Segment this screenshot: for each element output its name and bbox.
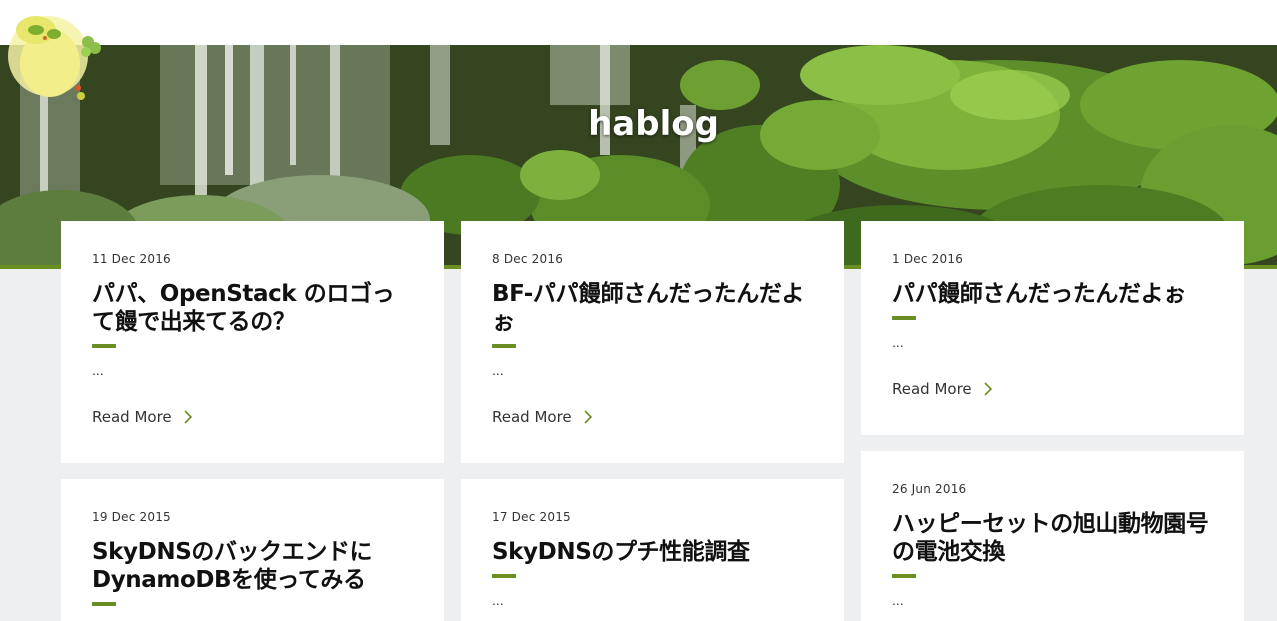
bird-logo-icon [8,16,101,100]
post-excerpt: ... [892,334,904,350]
post-excerpt: ... [492,592,504,608]
top-bar [0,0,1277,45]
post-date: 1 Dec 2016 [892,252,964,266]
post-card[interactable]: 26 Jun 2016 ハッピーセットの旭山動物園号の電池交換 ... [861,451,1244,621]
read-more-link[interactable]: Read More [92,408,413,426]
title-underline [92,344,116,348]
read-more-label: Read More [892,380,972,398]
title-underline [492,574,516,578]
post-card[interactable]: 17 Dec 2015 SkyDNSのプチ性能調査 ... [461,479,844,621]
chevron-right-icon [984,382,992,396]
site-logo[interactable] [8,8,108,108]
post-card[interactable]: 1 Dec 2016 パパ饅師さんだったんだよぉ ... Read More [861,221,1244,435]
title-underline [92,602,116,606]
chevron-right-icon [584,410,592,424]
title-underline [892,574,916,578]
title-underline [492,344,516,348]
read-more-link[interactable]: Read More [492,408,813,426]
post-card[interactable]: 8 Dec 2016 BF-パパ饅師さんだったんだよぉ ... Read Mor… [461,221,844,463]
post-excerpt: ... [492,362,504,378]
post-card[interactable]: 11 Dec 2016 パパ、OpenStack のロゴって饅で出来てるの？ .… [61,221,444,463]
post-date: 11 Dec 2016 [92,252,171,266]
post-title[interactable]: SkyDNSのプチ性能調査 [492,538,813,566]
post-title[interactable]: パパ、OpenStack のロゴって饅で出来てるの？ [92,280,413,336]
post-excerpt: ... [892,592,904,608]
post-date: 26 Jun 2016 [892,482,967,496]
post-card[interactable]: 19 Dec 2015 SkyDNSのバックエンドにDynamoDBを使ってみる [61,479,444,621]
post-title[interactable]: パパ饅師さんだったんだよぉ [892,280,1213,308]
site-title[interactable]: hablog [0,104,1277,144]
post-title[interactable]: ハッピーセットの旭山動物園号の電池交換 [892,510,1213,566]
post-date: 8 Dec 2016 [492,252,564,266]
post-title[interactable]: SkyDNSのバックエンドにDynamoDBを使ってみる [92,538,413,594]
post-excerpt: ... [92,362,104,378]
post-date: 17 Dec 2015 [492,510,571,524]
post-title[interactable]: BF-パパ饅師さんだったんだよぉ [492,280,813,336]
title-underline [892,316,916,320]
read-more-label: Read More [92,408,172,426]
read-more-link[interactable]: Read More [892,380,1213,398]
chevron-right-icon [184,410,192,424]
post-date: 19 Dec 2015 [92,510,171,524]
read-more-label: Read More [492,408,572,426]
